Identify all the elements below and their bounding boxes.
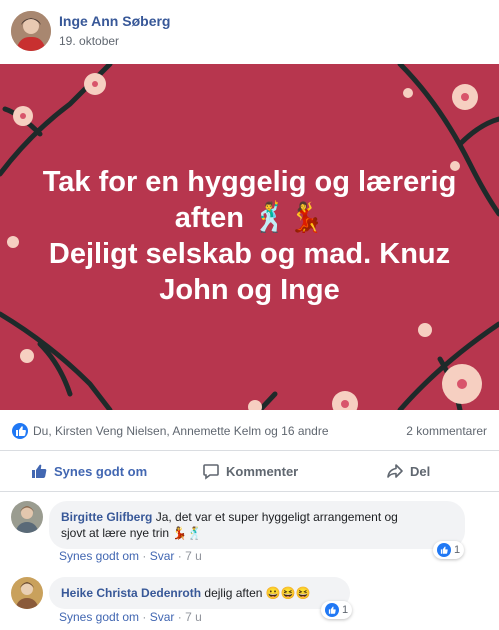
reaction-stats-bar: Du, Kirsten Veng Nielsen, Annemette Kelm… [0, 410, 499, 451]
post-actions-bar: Synes godt om Kommenter Del [0, 451, 499, 492]
comment-bubble-icon [203, 464, 219, 480]
comment-like-count[interactable]: 1 [321, 601, 353, 619]
commenter-name[interactable]: Heike Christa Dedenroth [61, 586, 201, 600]
comment-bubble: Birgitte Glifberg Ja, det var et super h… [49, 501, 465, 549]
post-author-name[interactable]: Inge Ann Søberg [59, 13, 170, 29]
like-reaction-icon [437, 543, 451, 557]
share-button[interactable]: Del [386, 462, 430, 480]
comment-text: sjovt at lære nye trin 💃🕺 [61, 526, 203, 540]
reactions-summary[interactable]: Du, Kirsten Veng Nielsen, Annemette Kelm… [33, 424, 329, 438]
thumbs-up-icon [32, 464, 47, 478]
comment-button[interactable]: Kommenter [202, 462, 298, 480]
like-button-label: Synes godt om [54, 463, 148, 479]
separator-dot: · [142, 610, 150, 624]
comment-age[interactable]: 7 u [185, 610, 202, 624]
comment-meta: Synes godt om · Svar · 7 u [59, 610, 202, 624]
comments-count[interactable]: 2 kommentarer [406, 424, 487, 438]
comment-text: Ja, det var et super hyggeligt arrangeme… [155, 510, 398, 524]
post-date[interactable]: 19. oktober [59, 34, 119, 48]
like-count: 1 [342, 604, 349, 616]
separator-dot: · [177, 549, 186, 563]
comment-button-label: Kommenter [226, 463, 299, 479]
commenter-avatar[interactable] [11, 501, 43, 533]
comment-like-count[interactable]: 1 [433, 541, 465, 559]
like-button[interactable]: Synes godt om [30, 462, 147, 480]
separator-dot: · [177, 610, 186, 624]
comment-like-link[interactable]: Synes godt om [59, 549, 139, 563]
share-button-label: Del [410, 463, 431, 479]
comment-bubble: Heike Christa Dedenroth dejlig aften 😀😆😆 [49, 577, 350, 609]
comment-age[interactable]: 7 u [185, 549, 202, 563]
author-avatar[interactable] [11, 11, 51, 51]
banner-line: aften 🕺💃 [174, 202, 325, 234]
comment-like-link[interactable]: Synes godt om [59, 610, 139, 624]
like-reaction-icon [325, 603, 339, 617]
banner-line: Dejligt selskab og mad. Knuz [48, 238, 451, 270]
banner-line: Tak for en hyggelig og lærerig [42, 166, 457, 198]
banner-line: John og Inge [159, 274, 340, 306]
comment-meta: Synes godt om · Svar · 7 u [59, 549, 202, 563]
comment-reply-link[interactable]: Svar [150, 549, 175, 563]
commenter-avatar[interactable] [11, 577, 43, 609]
share-arrow-icon [387, 464, 403, 478]
comment-text: dejlig aften 😀😆😆 [204, 586, 311, 600]
like-reaction-icon [12, 423, 28, 439]
like-count: 1 [454, 544, 461, 556]
post-banner: Tak for en hyggelig og lærerig aften 🕺💃 … [0, 64, 499, 410]
comment-reply-link[interactable]: Svar [150, 610, 175, 624]
separator-dot: · [142, 549, 150, 563]
commenter-name[interactable]: Birgitte Glifberg [61, 510, 152, 524]
banner-message: Tak for en hyggelig og lærerig aften 🕺💃 … [24, 164, 475, 308]
